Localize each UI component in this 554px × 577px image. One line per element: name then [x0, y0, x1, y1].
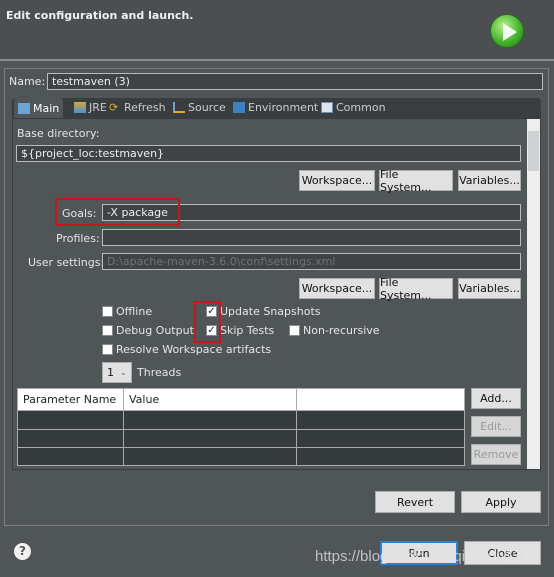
tab-main[interactable]: Main [14, 98, 64, 118]
threads-label: Threads [137, 366, 182, 379]
chevron-down-icon: ⌄ [120, 368, 127, 377]
debug-output-checkbox[interactable] [102, 325, 113, 336]
refresh-icon: ⟳ [109, 101, 119, 114]
variables-button-2[interactable]: Variables... [458, 278, 521, 299]
user-settings-label: User settings: [28, 256, 105, 269]
offline-label: Offline [116, 305, 153, 318]
resolve-workspace-label: Resolve Workspace artifacts [116, 343, 272, 356]
vertical-scrollbar[interactable] [527, 119, 540, 469]
resolve-workspace-checkbox[interactable] [102, 344, 113, 355]
edit-button[interactable]: Edit... [471, 416, 521, 437]
base-directory-input[interactable]: ${project_loc:testmaven} [16, 145, 521, 162]
tab-label: JRE [89, 101, 107, 114]
revert-button[interactable]: Revert [375, 491, 455, 513]
non-recursive-checkbox[interactable] [289, 325, 300, 336]
parameters-table[interactable]: Parameter Name Value [17, 387, 465, 467]
environment-icon [233, 102, 245, 113]
non-recursive-label: Non-recursive [303, 324, 380, 337]
base-directory-label: Base directory: [17, 127, 100, 140]
source-icon [173, 102, 185, 113]
debug-output-label: Debug Output [116, 324, 194, 337]
run-launch-icon [490, 14, 524, 48]
scrollbar-thumb[interactable] [528, 131, 539, 171]
table-row[interactable] [17, 410, 465, 430]
column-header[interactable] [296, 387, 465, 412]
profiles-label: Profiles: [56, 232, 100, 245]
tab-refresh[interactable]: ⟳ Refresh [109, 101, 166, 114]
tab-label: Main [33, 101, 60, 115]
table-header-row: Parameter Name Value [17, 387, 465, 412]
remove-button[interactable]: Remove [471, 444, 521, 465]
tab-label: Source [188, 101, 226, 114]
table-row[interactable] [17, 428, 465, 448]
tab-source[interactable]: Source [173, 101, 226, 114]
table-row[interactable] [17, 446, 465, 467]
apply-button[interactable]: Apply [461, 491, 541, 513]
file-system-button-2[interactable]: File System... [379, 276, 453, 302]
column-header[interactable]: Value [123, 387, 297, 412]
variables-button-1[interactable]: Variables... [458, 170, 521, 191]
highlight-checkboxes [194, 301, 221, 343]
threads-value: 1 [107, 366, 114, 379]
tab-bar: Main JRE ⟳ Refresh Source Environment Com… [12, 98, 541, 118]
main-tab-icon [18, 102, 30, 114]
common-icon [321, 102, 333, 113]
skip-tests-label: Skip Tests [220, 324, 275, 337]
workspace-button-1[interactable]: Workspace... [299, 170, 375, 191]
tab-label: Environment [248, 101, 319, 114]
user-settings-input[interactable]: D:\apache-maven-3.6.0\conf\settings.xml [102, 253, 521, 270]
watermark: https://blog.csdn.net/qinsijun123 [315, 548, 530, 565]
tab-label: Common [336, 101, 386, 114]
profiles-input[interactable] [102, 229, 521, 246]
update-snapshots-label: Update Snapshots [220, 305, 321, 318]
tab-label: Refresh [124, 101, 166, 114]
offline-checkbox[interactable] [102, 306, 113, 317]
tab-environment[interactable]: Environment [233, 101, 318, 114]
threads-select[interactable]: 1 ⌄ [102, 362, 132, 383]
help-icon[interactable]: ? [14, 543, 31, 560]
file-system-button-1[interactable]: File System... [379, 168, 453, 194]
name-label: Name: [9, 75, 46, 88]
column-header[interactable]: Parameter Name [17, 387, 124, 412]
highlight-goals [55, 198, 180, 226]
name-input[interactable]: testmaven (3) [47, 73, 543, 90]
tab-common[interactable]: Common [321, 101, 386, 114]
tab-jre[interactable]: JRE [74, 101, 107, 114]
add-button[interactable]: Add... [471, 388, 521, 409]
workspace-button-2[interactable]: Workspace... [299, 278, 375, 299]
jre-icon [74, 102, 86, 113]
dialog-title: Edit configuration and launch. [6, 9, 194, 22]
